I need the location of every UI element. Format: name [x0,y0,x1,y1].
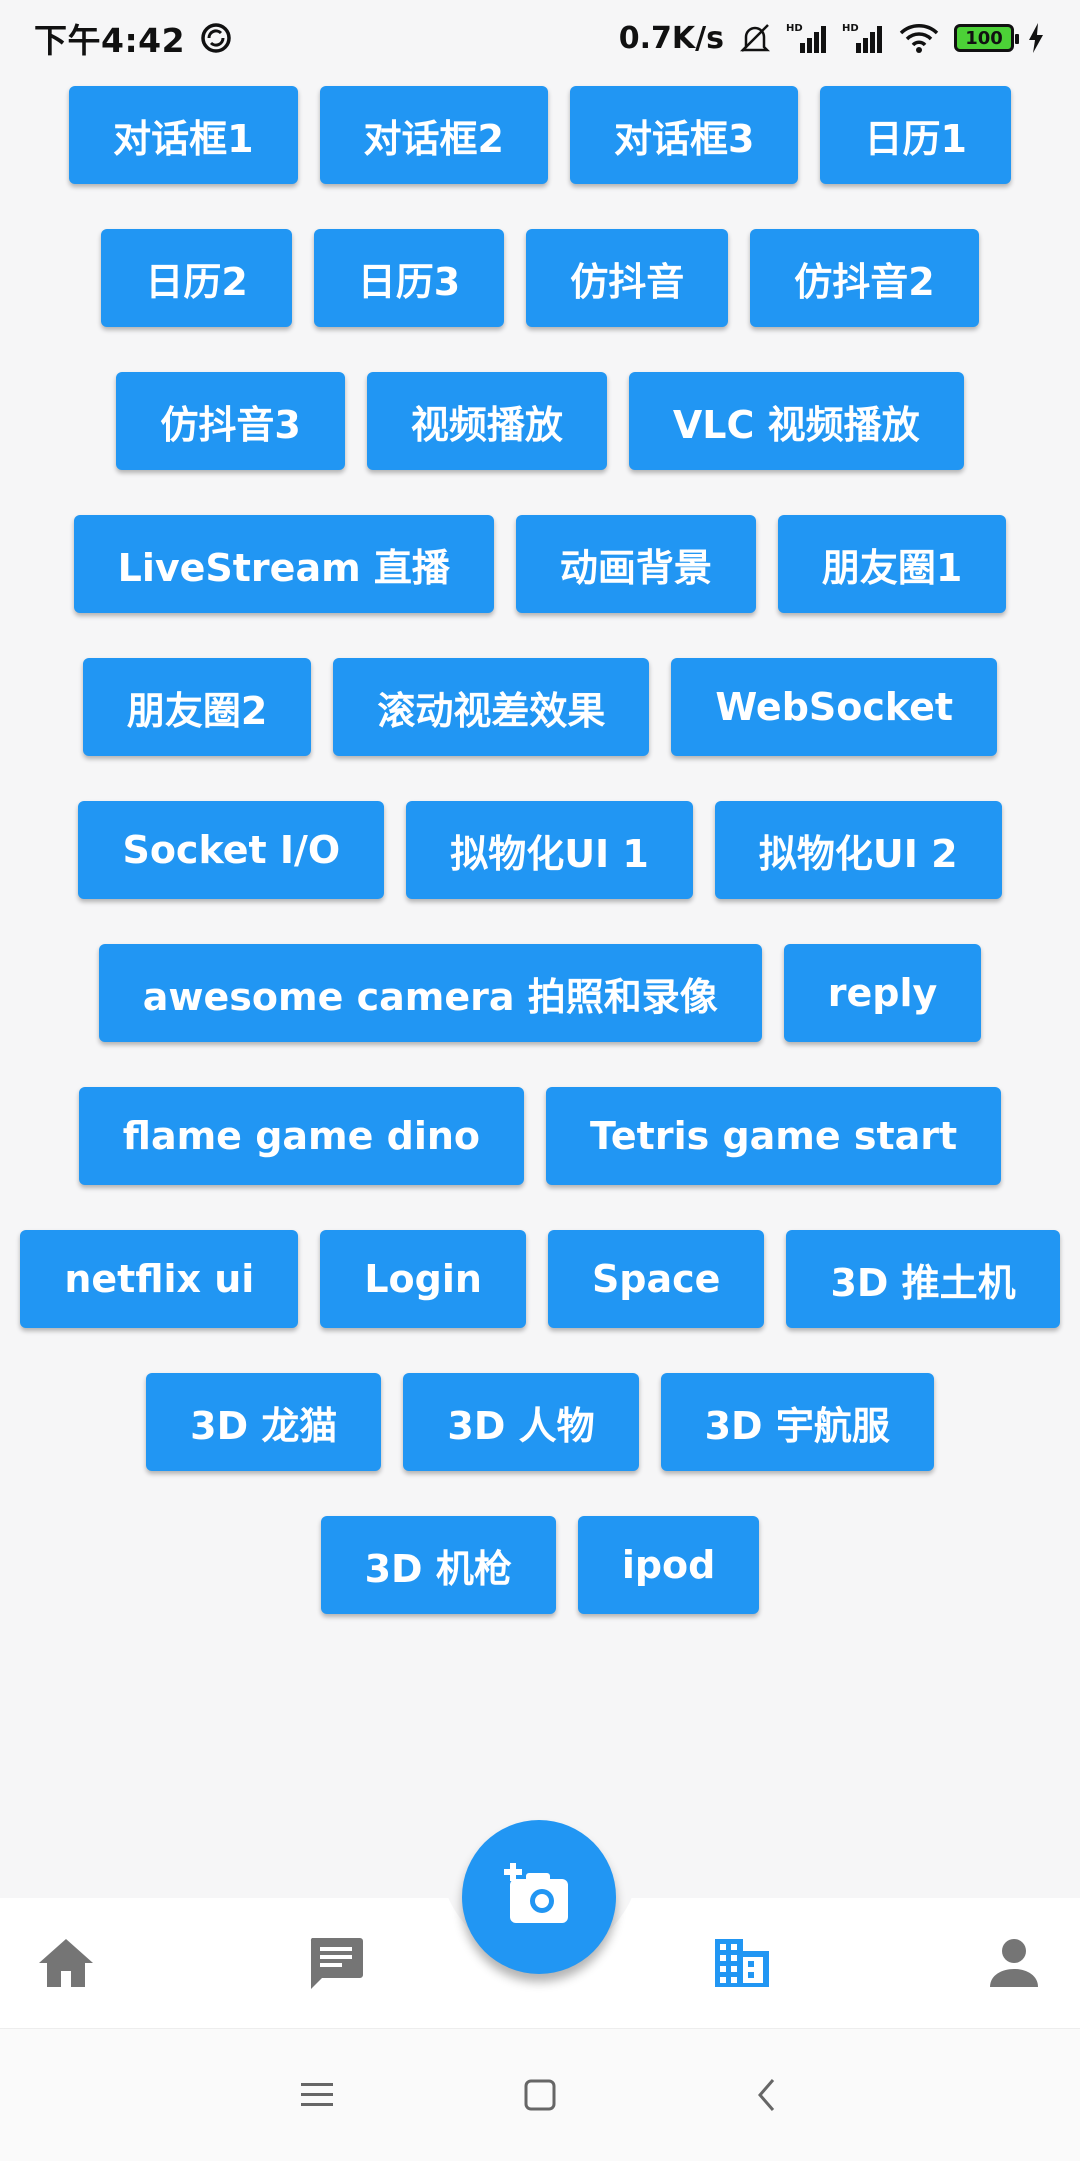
demo-button[interactable]: 3D 宇航服 [660,1373,934,1471]
home-button[interactable] [515,2072,565,2122]
demo-button[interactable]: reply [783,944,982,1042]
person-icon [988,1937,1040,1993]
nav-messages[interactable] [306,1935,366,1995]
demo-button[interactable]: 仿抖音 [526,229,729,327]
demo-button[interactable]: LiveStream 直播 [73,515,494,613]
status-bar: 下午4:42 0.7K/s HD HD 100 [0,0,1080,76]
demo-button[interactable]: 3D 推土机 [786,1230,1060,1328]
add-photo-icon [504,1863,574,1931]
button-row: 日历2 日历3 仿抖音 仿抖音2 [0,223,1080,366]
message-icon [307,1934,365,1996]
button-row: 对话框1 对话框2 对话框3 日历1 [0,80,1080,223]
signal-hd-icon: HD [786,21,828,55]
button-row: flame game dino Tetris game start [0,1081,1080,1224]
nav-profile[interactable] [984,1935,1044,1995]
sync-icon [199,21,233,55]
demo-button[interactable]: Space [547,1230,765,1328]
svg-text:HD: HD [786,23,803,34]
demo-button[interactable]: Socket I/O [78,801,385,899]
home-square-icon [523,2078,557,2116]
button-row: Socket I/O 拟物化UI 1 拟物化UI 2 [0,795,1080,938]
demo-button[interactable]: 日历1 [820,86,1011,184]
demo-button[interactable]: 朋友圈1 [777,515,1007,613]
demo-button[interactable]: 视频播放 [366,372,607,470]
back-button[interactable] [742,2072,792,2122]
demo-button[interactable]: VLC 视频播放 [628,372,964,470]
button-row: 朋友圈2 滚动视差效果 WebSocket [0,652,1080,795]
demo-button[interactable]: 动画背景 [515,515,756,613]
button-row: LiveStream 直播 动画背景 朋友圈1 [0,509,1080,652]
demo-button[interactable]: 拟物化UI 2 [714,801,1002,899]
demo-button[interactable]: 对话框1 [69,86,298,184]
demo-button[interactable]: 滚动视差效果 [333,658,650,756]
business-icon [713,1937,771,1993]
demo-button[interactable]: flame game dino [78,1087,525,1185]
demo-button[interactable]: WebSocket [671,658,998,756]
demo-button[interactable]: 3D 人物 [403,1373,639,1471]
wifi-icon [898,21,940,55]
demo-button[interactable]: 仿抖音2 [750,229,979,327]
demo-button[interactable]: 日历2 [101,229,292,327]
charging-icon [1028,23,1044,53]
demo-button-grid: 对话框1 对话框2 对话框3 日历1 日历2 日历3 仿抖音 仿抖音2 仿抖音3 视频播放 VLC … [0,80,1080,1653]
button-row: 仿抖音3 视频播放 VLC 视频播放 [0,366,1080,509]
home-icon [37,1937,95,1993]
demo-button[interactable]: 拟物化UI 1 [406,801,693,899]
nav-business[interactable] [712,1935,772,1995]
demo-button[interactable]: 对话框2 [319,86,548,184]
demo-button[interactable]: Login [320,1230,526,1328]
battery-icon: 100 [954,24,1019,52]
menu-icon [299,2080,335,2114]
button-row: awesome camera 拍照和录像 reply [0,938,1080,1081]
camera-fab-button[interactable] [462,1820,616,1974]
svg-text:HD: HD [842,23,859,34]
demo-button[interactable]: 3D 龙猫 [146,1373,382,1471]
demo-button[interactable]: 日历3 [313,229,505,327]
menu-button[interactable] [292,2072,342,2122]
battery-level: 100 [965,27,1003,49]
button-row: 3D 龙猫 3D 人物 3D 宇航服 [0,1367,1080,1510]
demo-button[interactable]: ipod [577,1516,760,1614]
network-speed: 0.7K/s [618,20,724,56]
signal-hd-icon: HD [842,21,884,55]
demo-button[interactable]: awesome camera 拍照和录像 [98,944,762,1042]
nav-home[interactable] [36,1935,96,1995]
demo-button[interactable]: 朋友圈2 [82,658,312,756]
mute-icon [738,21,772,55]
demo-button[interactable]: 仿抖音3 [116,372,345,470]
demo-button[interactable]: Tetris game start [546,1087,1002,1185]
button-row: 3D 机枪 ipod [0,1510,1080,1653]
demo-button[interactable]: 3D 机枪 [320,1516,556,1614]
demo-button[interactable]: 对话框3 [570,86,799,184]
button-row: netflix ui Login Space 3D 推土机 [0,1224,1080,1367]
back-icon [755,2077,779,2117]
status-time: 下午4:42 [34,21,186,60]
demo-button[interactable]: netflix ui [20,1230,299,1328]
